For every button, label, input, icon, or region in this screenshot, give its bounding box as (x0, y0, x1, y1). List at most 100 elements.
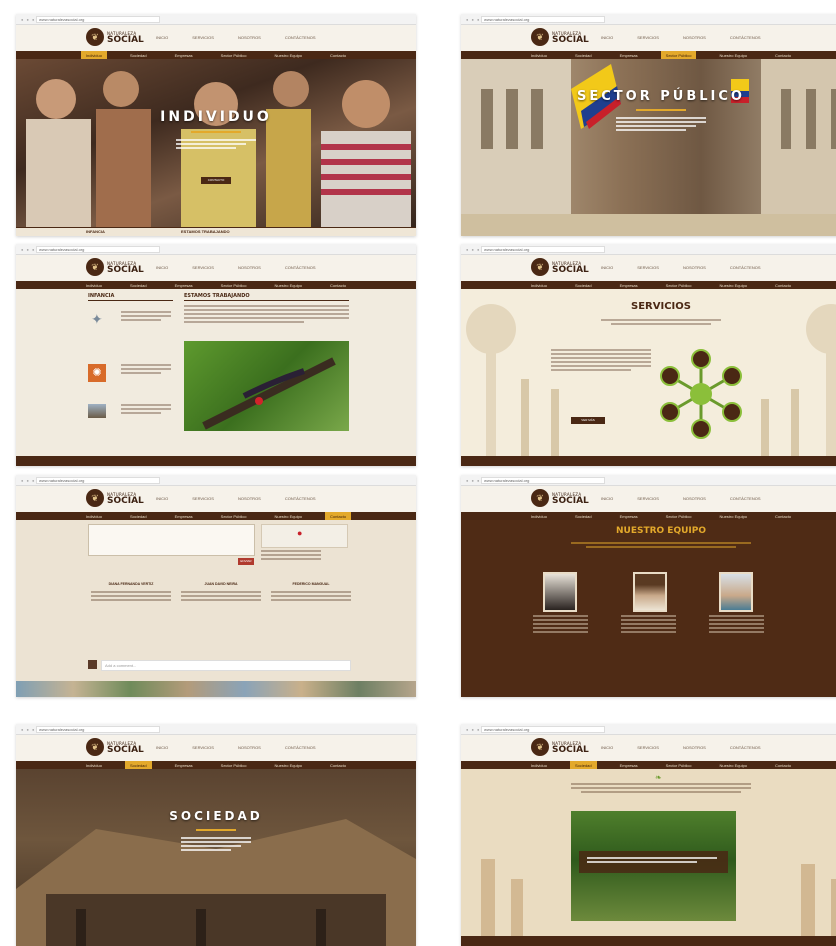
top-link-servicios[interactable]: SERVICIOS (637, 745, 659, 750)
brand-logo[interactable]: ❦ NATURALEZA SOCIAL (531, 28, 589, 46)
leaf-emblem-icon: ❦ (86, 258, 104, 276)
team-bio-2 (621, 615, 676, 635)
top-link-servicios[interactable]: SERVICIOS (637, 265, 659, 270)
brand-logo[interactable]: ❦ NATURALEZA SOCIAL (531, 489, 589, 507)
top-link-inicio[interactable]: INICIO (601, 745, 613, 750)
services-more-button[interactable]: VER MÁS (571, 417, 605, 424)
street-illustration (461, 59, 836, 236)
screenshot-contacto: ● ● ● www.naturalezasocial.org ❦ NATURAL… (16, 475, 416, 697)
hero-paragraph (176, 139, 256, 151)
top-link-inicio[interactable]: INICIO (156, 265, 168, 270)
address-bar[interactable]: www.naturalezasocial.org (481, 16, 605, 23)
brand-line2: SOCIAL (552, 496, 589, 506)
title-underline (636, 109, 686, 111)
address-lines (261, 550, 321, 562)
top-link-inicio[interactable]: INICIO (156, 496, 168, 501)
top-link-servicios[interactable]: SERVICIOS (192, 496, 214, 501)
top-link-inicio[interactable]: INICIO (156, 35, 168, 40)
address-bar[interactable]: www.naturalezasocial.org (36, 477, 160, 484)
top-link-contacto[interactable]: CONTÁCTENOS (285, 265, 316, 270)
top-link-nosotros[interactable]: NOSOTROS (238, 496, 261, 501)
tab-infancia[interactable]: INFANCIA (86, 229, 105, 234)
address-bar[interactable]: www.naturalezasocial.org (36, 726, 160, 733)
comment-input[interactable]: Add a comment... (101, 660, 351, 671)
top-link-servicios[interactable]: SERVICIOS (192, 265, 214, 270)
person-name: DIANA FERNANDA VERTIZ (108, 582, 154, 586)
title-underline (196, 829, 236, 831)
screenshot-individuo: ● ● ● www.naturalezasocial.org ❦ NATURAL… (16, 14, 416, 236)
item-text (121, 364, 171, 376)
window-controls[interactable]: ● ● ● (21, 727, 35, 732)
brand-logo[interactable]: ❦ NATURALEZA SOCIAL (531, 258, 589, 276)
brand-line2: SOCIAL (107, 265, 144, 275)
window-controls[interactable]: ● ● ● (21, 247, 35, 252)
top-link-servicios[interactable]: SERVICIOS (192, 745, 214, 750)
screenshot-empresas: ● ● ● www.naturalezasocial.org ❦ NATURAL… (461, 724, 836, 946)
team-bio-3 (709, 615, 764, 635)
flower-tile-icon: ✺ (88, 364, 106, 382)
top-link-servicios[interactable]: SERVICIOS (192, 35, 214, 40)
address-bar[interactable]: www.naturalezasocial.org (481, 246, 605, 253)
window-controls[interactable]: ● ● ● (466, 727, 480, 732)
column-title-trabajando: ESTAMOS TRABAJANDO (184, 293, 250, 299)
contact-section: ENVIAR ● DIANA FERNANDA VERTIZ JUAN DAVI… (16, 520, 416, 697)
brand-logo[interactable]: ❦ NATURALEZA SOCIAL (531, 738, 589, 756)
brand-line2: SOCIAL (552, 745, 589, 755)
address-bar[interactable]: www.naturalezasocial.org (36, 246, 160, 253)
tab-trabajando[interactable]: ESTAMOS TRABAJANDO (181, 229, 230, 234)
top-link-nosotros[interactable]: NOSOTROS (683, 35, 706, 40)
map-widget[interactable]: ● (261, 524, 348, 548)
top-links: INICIO SERVICIOS NOSOTROS CONTÁCTENOS (601, 496, 761, 501)
top-link-contacto[interactable]: CONTÁCTENOS (285, 496, 316, 501)
top-links: INICIO SERVICIOS NOSOTROS CONTÁCTENOS (601, 745, 761, 750)
send-button[interactable]: ENVIAR (238, 558, 254, 565)
browser-chrome: ● ● ● www.naturalezasocial.org (16, 475, 416, 486)
person-details (181, 591, 261, 601)
message-textarea[interactable] (88, 524, 255, 556)
bird-icon: ✦ (91, 311, 103, 327)
screenshot-servicios: ● ● ● www.naturalezasocial.org ❦ NATURAL… (461, 244, 836, 466)
top-link-contacto[interactable]: CONTÁCTENOS (285, 745, 316, 750)
top-link-contacto[interactable]: CONTÁCTENOS (730, 35, 761, 40)
top-link-inicio[interactable]: INICIO (156, 745, 168, 750)
window-controls[interactable]: ● ● ● (466, 17, 480, 22)
window-controls[interactable]: ● ● ● (21, 478, 35, 483)
photo-strip (16, 681, 416, 697)
team-title: NUESTRO EQUIPO (615, 526, 707, 536)
screenshot-sociedad: ● ● ● www.naturalezasocial.org ❦ NATURAL… (16, 724, 416, 946)
site-header: ❦ NATURALEZA SOCIAL INICIO SERVICIOS NOSO… (16, 25, 416, 51)
top-link-nosotros[interactable]: NOSOTROS (238, 265, 261, 270)
leaf-emblem-icon: ❦ (531, 28, 549, 46)
top-link-contacto[interactable]: CONTÁCTENOS (730, 496, 761, 501)
top-link-contacto[interactable]: CONTÁCTENOS (730, 265, 761, 270)
address-bar[interactable]: www.naturalezasocial.org (36, 16, 160, 23)
top-link-servicios[interactable]: SERVICIOS (637, 496, 659, 501)
brand-logo[interactable]: ❦ NATURALEZA SOCIAL (86, 738, 144, 756)
hero-street-photo: SECTOR PÚBLICO (461, 59, 836, 236)
top-link-nosotros[interactable]: NOSOTROS (683, 745, 706, 750)
top-link-nosotros[interactable]: NOSOTROS (238, 745, 261, 750)
hero-contact-button[interactable]: CONTACTO (201, 177, 231, 184)
window-controls[interactable]: ● ● ● (466, 478, 480, 483)
top-link-nosotros[interactable]: NOSOTROS (683, 496, 706, 501)
brand-logo[interactable]: ❦ NATURALEZA SOCIAL (86, 258, 144, 276)
top-link-contacto[interactable]: CONTÁCTENOS (285, 35, 316, 40)
brand-logo[interactable]: ❦ NATURALEZA SOCIAL (86, 28, 144, 46)
person-details (91, 591, 171, 601)
top-link-nosotros[interactable]: NOSOTROS (683, 265, 706, 270)
top-links: INICIO SERVICIOS NOSOTROS CONTÁCTENOS (601, 265, 761, 270)
brand-logo[interactable]: ❦ NATURALEZA SOCIAL (86, 489, 144, 507)
address-bar[interactable]: www.naturalezasocial.org (481, 726, 605, 733)
top-link-nosotros[interactable]: NOSOTROS (238, 35, 261, 40)
top-link-inicio[interactable]: INICIO (601, 496, 613, 501)
contact-person-2: JUAN DAVID NEIRA (181, 582, 261, 603)
item-text (121, 311, 171, 323)
site-header: ❦ NATURALEZA SOCIAL INICIO SERVICIOS NOSO… (461, 25, 836, 51)
top-link-servicios[interactable]: SERVICIOS (637, 35, 659, 40)
address-bar[interactable]: www.naturalezasocial.org (481, 477, 605, 484)
top-link-inicio[interactable]: INICIO (601, 265, 613, 270)
window-controls[interactable]: ● ● ● (21, 17, 35, 22)
top-link-contacto[interactable]: CONTÁCTENOS (730, 745, 761, 750)
top-link-inicio[interactable]: INICIO (601, 35, 613, 40)
window-controls[interactable]: ● ● ● (466, 247, 480, 252)
